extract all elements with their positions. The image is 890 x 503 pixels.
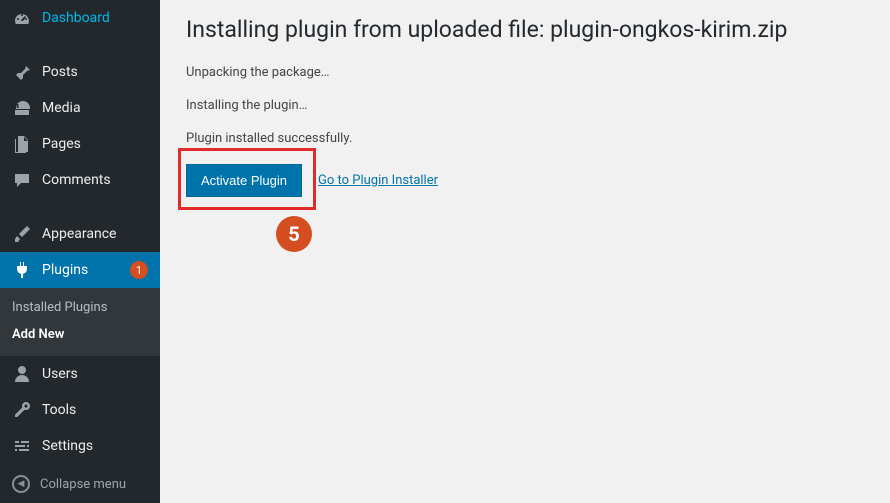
pages-icon: [12, 134, 32, 154]
submenu-installed-plugins[interactable]: Installed Plugins: [0, 294, 160, 321]
sidebar-label: Tools: [42, 402, 148, 418]
sidebar-item-pages[interactable]: Pages: [0, 126, 160, 162]
main-content: Installing plugin from uploaded file: pl…: [160, 0, 890, 503]
sidebar-item-dashboard[interactable]: Dashboard: [0, 0, 160, 36]
media-icon: [12, 98, 32, 118]
plugin-installer-link[interactable]: Go to Plugin Installer: [318, 173, 438, 188]
sidebar-item-media[interactable]: Media: [0, 90, 160, 126]
plugins-submenu: Installed Plugins Add New: [0, 288, 160, 356]
comment-icon: [12, 170, 32, 190]
sliders-icon: [12, 436, 32, 456]
update-badge: 1: [130, 261, 148, 279]
activate-plugin-button[interactable]: Activate Plugin: [186, 164, 302, 197]
collapse-label: Collapse menu: [40, 477, 126, 492]
sidebar-item-users[interactable]: Users: [0, 356, 160, 392]
sidebar-label: Posts: [42, 64, 148, 80]
submenu-add-new[interactable]: Add New: [0, 321, 160, 348]
user-icon: [12, 364, 32, 384]
sidebar-label: Comments: [42, 172, 148, 188]
sidebar-label: Pages: [42, 136, 148, 152]
install-message: Installing the plugin…: [186, 98, 864, 113]
sidebar-item-comments[interactable]: Comments: [0, 162, 160, 198]
sidebar-label: Plugins: [42, 262, 120, 278]
brush-icon: [12, 224, 32, 244]
sidebar-label: Appearance: [42, 226, 148, 242]
collapse-menu[interactable]: Collapse menu: [0, 464, 160, 503]
pin-icon: [12, 62, 32, 82]
install-message: Plugin installed successfully.: [186, 131, 864, 146]
wrench-icon: [12, 400, 32, 420]
sidebar-item-settings[interactable]: Settings: [0, 428, 160, 464]
sidebar-label: Users: [42, 366, 148, 382]
sidebar-label: Media: [42, 100, 148, 116]
sidebar-label: Settings: [42, 438, 148, 454]
chevron-left-icon: [12, 475, 30, 493]
dashboard-icon: [12, 8, 32, 28]
page-title: Installing plugin from uploaded file: pl…: [186, 16, 864, 43]
admin-sidebar: Dashboard Posts Media Pages Comments App…: [0, 0, 160, 503]
sidebar-item-plugins[interactable]: Plugins 1: [0, 252, 160, 288]
install-message: Unpacking the package…: [186, 65, 864, 80]
sidebar-item-appearance[interactable]: Appearance: [0, 216, 160, 252]
annotation-step-number: 5: [276, 216, 312, 252]
sidebar-item-posts[interactable]: Posts: [0, 54, 160, 90]
sidebar-label: Dashboard: [42, 10, 148, 26]
action-row: Activate Plugin Go to Plugin Installer 5: [186, 164, 864, 197]
plug-icon: [12, 260, 32, 280]
sidebar-item-tools[interactable]: Tools: [0, 392, 160, 428]
